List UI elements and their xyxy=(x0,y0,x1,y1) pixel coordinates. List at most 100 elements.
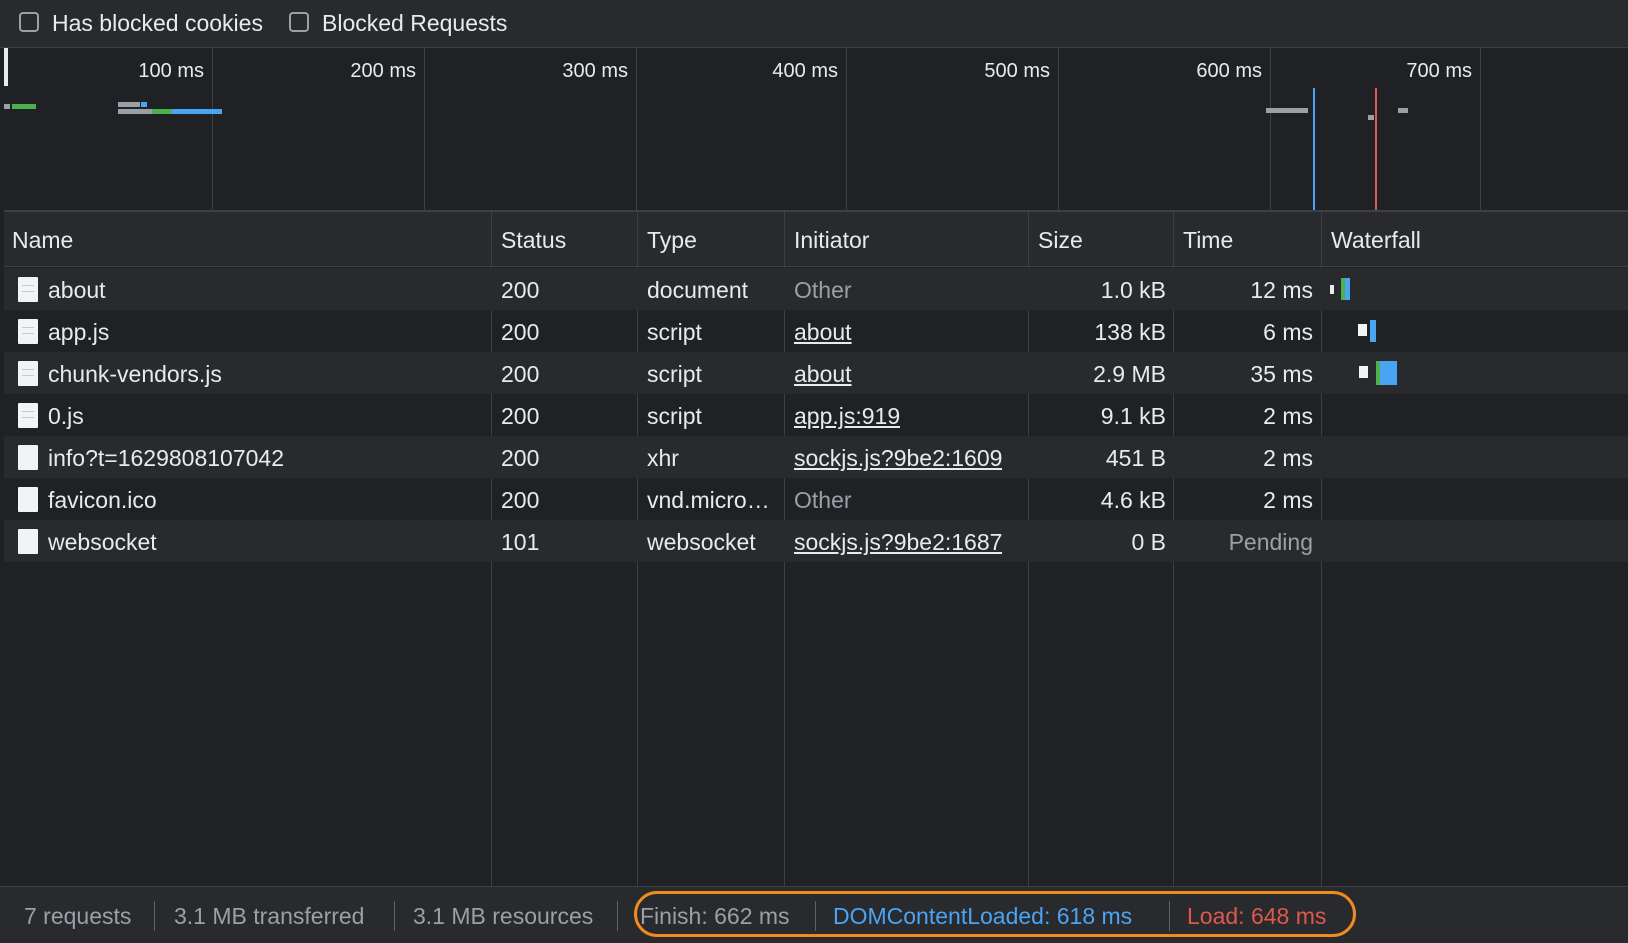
dom-content-loaded-marker xyxy=(1313,88,1315,210)
summary-bar: 7 requests 3.1 MB transferred 3.1 MB res… xyxy=(0,886,1628,943)
request-size: 9.1 kB xyxy=(1100,403,1166,429)
document-icon xyxy=(18,403,38,428)
request-name[interactable]: websocket xyxy=(48,529,478,556)
file-icon xyxy=(18,529,38,554)
request-size: 1.0 kB xyxy=(1100,277,1166,303)
request-status: 200 xyxy=(501,361,540,387)
waterfall-bar xyxy=(1330,285,1334,294)
document-icon xyxy=(18,319,38,344)
request-name[interactable]: chunk-vendors.js xyxy=(48,361,478,388)
overview-gridline xyxy=(636,48,637,210)
table-row[interactable]: chunk-vendors.js 200 script about 2.9 MB… xyxy=(4,352,1628,394)
filter-bar: Has blocked cookies Blocked Requests xyxy=(0,0,1628,48)
document-icon xyxy=(18,277,38,302)
request-initiator-link[interactable]: about xyxy=(794,319,852,346)
request-status: 101 xyxy=(501,529,540,555)
request-type: script xyxy=(647,319,702,345)
network-overview[interactable]: 100 ms 200 ms 300 ms 400 ms 500 ms 600 m… xyxy=(4,48,1628,212)
request-initiator-link[interactable]: app.js:919 xyxy=(794,403,900,430)
column-header-type[interactable]: Type xyxy=(647,227,697,254)
table-row[interactable]: websocket 101 websocket sockjs.js?9be2:1… xyxy=(4,520,1628,562)
overview-gridline xyxy=(212,48,213,210)
request-type: script xyxy=(647,403,702,429)
request-status: 200 xyxy=(501,319,540,345)
waterfall-bar xyxy=(1359,366,1368,378)
overview-tick-label: 400 ms xyxy=(772,60,838,82)
request-name[interactable]: about xyxy=(48,277,478,304)
request-time: 2 ms xyxy=(1263,487,1313,513)
overview-tick-label: 300 ms xyxy=(562,60,628,82)
summary-separator xyxy=(394,901,395,931)
column-header-initiator[interactable]: Initiator xyxy=(794,227,869,254)
blocked-requests-label[interactable]: Blocked Requests xyxy=(322,10,507,37)
request-time: 6 ms xyxy=(1263,319,1313,345)
overview-gridline xyxy=(1480,48,1481,210)
overview-request-bar xyxy=(1266,108,1308,113)
summary-finish: Finish: 662 ms xyxy=(640,903,790,929)
overview-request-bar xyxy=(172,109,222,114)
overview-request-bar xyxy=(1368,115,1374,120)
summary-load: Load: 648 ms xyxy=(1187,903,1327,929)
request-time: 2 ms xyxy=(1263,445,1313,471)
request-name[interactable]: favicon.ico xyxy=(48,487,478,514)
column-header-name[interactable]: Name xyxy=(12,227,73,254)
summary-separator xyxy=(815,901,816,931)
document-icon xyxy=(18,361,38,386)
request-time: 12 ms xyxy=(1250,277,1313,303)
file-icon xyxy=(18,445,38,470)
overview-tick-label: 700 ms xyxy=(1406,60,1472,82)
waterfall-bar xyxy=(1380,361,1397,385)
request-time: 35 ms xyxy=(1250,361,1313,387)
table-row[interactable]: 0.js 200 script app.js:919 9.1 kB 2 ms xyxy=(4,394,1628,436)
summary-separator xyxy=(154,901,155,931)
request-name[interactable]: 0.js xyxy=(48,403,478,430)
overview-tick-label: 500 ms xyxy=(984,60,1050,82)
column-header-status[interactable]: Status xyxy=(501,227,566,254)
request-initiator-link[interactable]: sockjs.js?9be2:1687 xyxy=(794,529,1002,556)
request-size: 4.6 kB xyxy=(1100,487,1166,513)
request-time: 2 ms xyxy=(1263,403,1313,429)
requests-table: Name Status Type Initiator Size Time Wat… xyxy=(4,212,1628,886)
request-type: websocket xyxy=(647,529,756,555)
overview-gridline xyxy=(424,48,425,210)
blocked-requests-checkbox[interactable] xyxy=(289,12,309,32)
overview-tick-label: 600 ms xyxy=(1196,60,1262,82)
overview-request-bar xyxy=(1398,108,1408,113)
table-header: Name Status Type Initiator Size Time Wat… xyxy=(4,212,1628,267)
request-initiator-link[interactable]: sockjs.js?9be2:1609 xyxy=(794,445,1002,472)
overview-request-bar xyxy=(152,109,172,114)
summary-separator xyxy=(617,901,618,931)
overview-gridline xyxy=(1270,48,1271,210)
summary-resources: 3.1 MB resources xyxy=(413,903,594,929)
column-header-time[interactable]: Time xyxy=(1183,227,1233,254)
request-time: Pending xyxy=(1228,529,1313,555)
request-size: 451 B xyxy=(1105,445,1166,471)
request-name[interactable]: info?t=1629808107042 xyxy=(48,445,478,472)
table-row[interactable]: info?t=1629808107042 200 xhr sockjs.js?9… xyxy=(4,436,1628,478)
has-blocked-cookies-checkbox[interactable] xyxy=(19,12,39,32)
request-type: xhr xyxy=(647,445,679,471)
request-status: 200 xyxy=(501,445,540,471)
table-row[interactable]: about 200 document Other 1.0 kB 12 ms xyxy=(4,268,1628,310)
column-header-waterfall[interactable]: Waterfall xyxy=(1331,227,1421,254)
has-blocked-cookies-label[interactable]: Has blocked cookies xyxy=(52,10,263,37)
request-type: script xyxy=(647,361,702,387)
request-status: 200 xyxy=(501,487,540,513)
request-size: 138 kB xyxy=(1094,319,1166,345)
overview-tick-label: 200 ms xyxy=(350,60,416,82)
overview-gridline xyxy=(846,48,847,210)
overview-request-bar xyxy=(12,104,36,109)
summary-requests: 7 requests xyxy=(24,903,132,929)
table-row[interactable]: app.js 200 script about 138 kB 6 ms xyxy=(4,310,1628,352)
request-initiator-link[interactable]: about xyxy=(794,361,852,388)
request-name[interactable]: app.js xyxy=(48,319,478,346)
summary-transferred: 3.1 MB transferred xyxy=(174,903,365,929)
table-row[interactable]: favicon.ico 200 vnd.micro… Other 4.6 kB … xyxy=(4,478,1628,520)
request-type: document xyxy=(647,277,749,303)
overview-range-handle[interactable] xyxy=(4,48,8,86)
request-type: vnd.micro… xyxy=(647,487,770,513)
file-icon xyxy=(18,487,38,512)
column-header-size[interactable]: Size xyxy=(1038,227,1083,254)
request-status: 200 xyxy=(501,277,540,303)
waterfall-bar xyxy=(1358,324,1367,336)
